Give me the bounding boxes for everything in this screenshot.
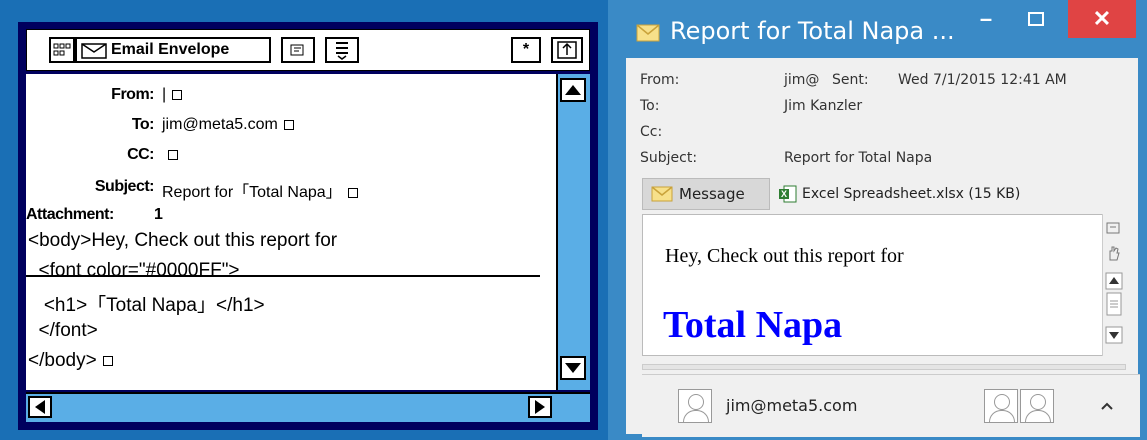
scroll-thumb-icon[interactable] <box>1105 292 1123 316</box>
cc-label: CC: <box>127 146 154 163</box>
to-label: To: <box>131 116 155 133</box>
envelope-title: Email Envelope <box>111 41 230 58</box>
minimize-icon: – <box>979 6 993 31</box>
splitter-bar[interactable] <box>642 364 1126 370</box>
message-content: From: jim@ Sent: Wed 7/1/2015 12:41 AM T… <box>626 58 1140 437</box>
arrow-down-icon <box>565 363 581 373</box>
body-line-5[interactable]: </body> <box>28 350 113 372</box>
body-line-1[interactable]: <body>Hey, Check out this report for <box>28 230 337 252</box>
scroll-up-icon[interactable] <box>1105 272 1123 290</box>
close-button[interactable]: ✕ <box>1068 0 1136 38</box>
vertical-scrollbar[interactable] <box>556 74 590 390</box>
from-label: From: <box>111 86 154 103</box>
grid-icon <box>53 43 71 56</box>
attach-icon <box>290 44 304 56</box>
attachment-label: Attachment: <box>26 206 114 223</box>
envelope-icon <box>651 186 673 202</box>
attachment-tab[interactable]: X Excel Spreadsheet.xlsx (15 KB) <box>778 178 1020 210</box>
message-tabs: Message X Excel Spreadsheet.xlsx (15 KB) <box>642 178 1140 210</box>
sent-value: Wed 7/1/2015 12:41 AM <box>898 72 1067 88</box>
body-line-3[interactable]: <h1>「Total Napa」</h1> <box>28 290 265 317</box>
outlook-message-window: Report for Total Napa ... – ✕ From: jim@… <box>616 0 1147 440</box>
arrow-right-icon <box>535 400 545 414</box>
people-pane: jim@meta5.com <box>642 374 1140 437</box>
body-line-2[interactable]: <font color="#0000FF"> <box>28 260 240 282</box>
from-field[interactable]: | <box>162 86 183 104</box>
to-label: To: <box>640 98 660 114</box>
from-label: From: <box>640 72 680 88</box>
email-envelope-frame: Email Envelope * From: | To: jim@meta5.c… <box>18 22 598 430</box>
subject-label: Subject: <box>94 178 155 195</box>
subject-field[interactable]: Report for「Total Napa」 <box>162 178 358 202</box>
field-end-marker <box>102 355 113 366</box>
attach-button[interactable] <box>281 37 315 63</box>
from-value[interactable]: jim@ <box>784 72 819 88</box>
window-title: Report for Total Napa ... <box>670 17 955 45</box>
sent-label: Sent: <box>832 72 869 88</box>
body-scrollbar[interactable] <box>1102 214 1126 356</box>
expand-icon <box>557 41 577 59</box>
close-icon: ✕ <box>1092 6 1112 31</box>
arrow-up-icon <box>565 85 581 95</box>
message-tab-label: Message <box>679 185 745 203</box>
cc-field[interactable] <box>162 146 178 164</box>
arrow-left-icon <box>35 400 45 414</box>
subject-row: Subject: Report for「Total Napa」 <box>26 178 546 202</box>
scroll-down-icon[interactable] <box>1105 326 1123 344</box>
layout-button[interactable] <box>49 37 75 63</box>
excel-icon: X <box>779 185 797 203</box>
envelope-toolbar: Email Envelope * <box>26 29 590 71</box>
to-row: To: jim@meta5.com <box>26 116 546 138</box>
cc-label: Cc: <box>640 124 663 140</box>
expand-button[interactable] <box>551 37 583 63</box>
body-text: Hey, Check out this report for <box>665 245 904 267</box>
chevron-up-icon[interactable] <box>1100 401 1114 411</box>
envelope-body: From: | To: jim@meta5.com CC: Subject: R… <box>26 74 556 390</box>
envelope-icon <box>636 24 660 42</box>
field-end-marker <box>172 89 183 100</box>
field-end-marker <box>347 187 358 198</box>
meta5-window: Email Envelope * From: | To: jim@meta5.c… <box>0 0 608 440</box>
sender-email[interactable]: jim@meta5.com <box>726 396 857 415</box>
recipient-avatar-1[interactable] <box>984 389 1018 423</box>
title-bar[interactable]: Report for Total Napa ... – ✕ <box>616 0 1147 56</box>
horizontal-scrollbar[interactable] <box>26 392 590 422</box>
maximize-icon <box>1028 12 1044 26</box>
subject-label: Subject: <box>640 150 698 166</box>
body-line-4[interactable]: </font> <box>28 320 98 342</box>
from-row: From: | <box>26 86 546 108</box>
message-options-icon[interactable] <box>1105 220 1123 238</box>
to-value[interactable]: Jim Kanzler <box>784 98 862 114</box>
sender-avatar[interactable] <box>678 389 712 423</box>
scroll-left-button[interactable] <box>28 396 52 418</box>
attachment-count[interactable]: 1 <box>154 206 163 224</box>
message-body[interactable]: Hey, Check out this report for Total Nap… <box>642 214 1126 356</box>
message-tab[interactable]: Message <box>642 178 770 210</box>
envelope-icon <box>81 43 107 59</box>
subject-value: Report for Total Napa <box>784 150 933 166</box>
attachment-tab-label: Excel Spreadsheet.xlsx (15 KB) <box>802 186 1021 202</box>
menu-button[interactable] <box>325 37 359 63</box>
body-heading: Total Napa <box>663 304 843 346</box>
maximize-button[interactable] <box>1016 4 1056 34</box>
field-end-marker <box>168 149 178 160</box>
scroll-up-button[interactable] <box>560 78 586 102</box>
field-end-marker <box>283 119 294 130</box>
scroll-down-button[interactable] <box>560 356 586 380</box>
minimize-button[interactable]: – <box>966 4 1006 34</box>
attachment-row: Attachment: 1 <box>26 206 546 228</box>
recipient-avatar-2[interactable] <box>1020 389 1054 423</box>
svg-text:X: X <box>781 189 787 199</box>
cc-row: CC: <box>26 146 546 168</box>
scroll-right-button[interactable] <box>528 396 552 418</box>
email-envelope-button[interactable]: Email Envelope <box>75 37 271 63</box>
hand-icon[interactable] <box>1105 244 1123 262</box>
to-field[interactable]: jim@meta5.com <box>162 116 294 134</box>
asterisk-button[interactable]: * <box>511 37 541 63</box>
menu-icon <box>336 42 348 60</box>
